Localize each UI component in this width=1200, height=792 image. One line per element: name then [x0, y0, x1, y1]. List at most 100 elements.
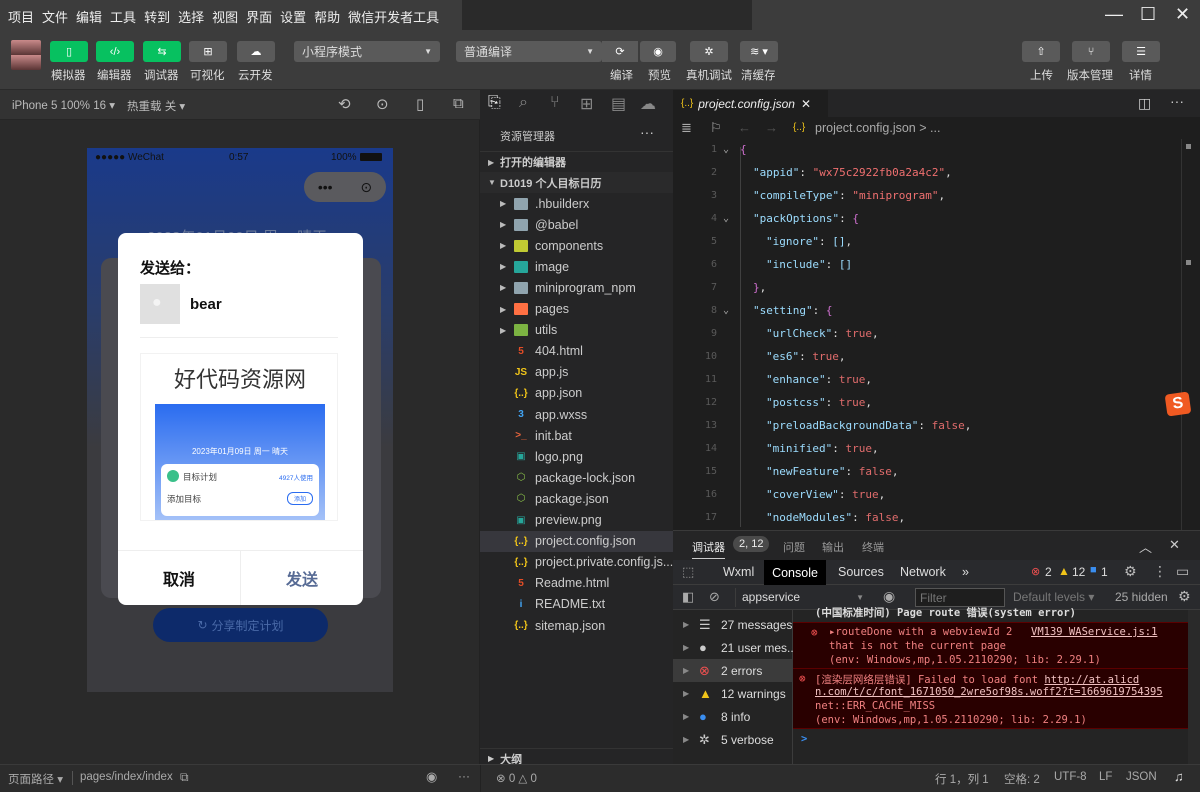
folder-item[interactable]: ▶ utils [480, 320, 673, 341]
inspect-element-icon[interactable]: ⬚ [682, 564, 694, 580]
indentation[interactable]: 空格: 2 [1004, 771, 1040, 787]
file-item[interactable]: ⬡ package-lock.json [480, 467, 673, 488]
error-url[interactable]: http://at.alicd [1044, 674, 1139, 686]
file-item[interactable]: 5 404.html [480, 341, 673, 362]
console-filter-list[interactable]: ▶ ☰ 27 messages [673, 613, 793, 636]
compile-button[interactable]: ⟳ [602, 41, 638, 62]
menu-wechat-devtools[interactable]: 微信开发者工具 [348, 7, 439, 26]
open-editors-section[interactable]: ▶ 打开的编辑器 [480, 151, 673, 172]
outline-list-icon[interactable]: ≣ [681, 120, 692, 136]
line-ending[interactable]: LF [1099, 771, 1112, 783]
console-filter-user[interactable]: ▶ ● 21 user mes... [673, 636, 797, 659]
file-item[interactable]: 5 Readme.html [480, 573, 673, 594]
close-window-button[interactable]: ✕ [1175, 4, 1190, 25]
menu-settings[interactable]: 设置 [280, 7, 306, 26]
file-item[interactable]: {..} sitemap.json [480, 615, 673, 636]
tab-output[interactable]: 输出 [822, 539, 844, 555]
menu-edit[interactable]: 编辑 [76, 7, 102, 26]
kebab-menu-icon[interactable]: ⋮ [1153, 563, 1167, 580]
debugger-toggle[interactable]: ⇆ [143, 41, 181, 62]
file-item[interactable]: {..} project.private.config.js... [480, 552, 673, 573]
tab-terminal[interactable]: 终端 [862, 539, 884, 555]
user-avatar[interactable] [11, 40, 41, 70]
simulator-toggle[interactable]: ▯ [50, 41, 88, 62]
more-actions-icon[interactable]: ··· [1170, 93, 1184, 109]
visibility-icon[interactable]: ◉ [426, 769, 437, 785]
explorer-icon[interactable]: ⎘ [488, 94, 501, 112]
upload-button[interactable]: ⇧ [1022, 41, 1060, 62]
clear-cache-button[interactable]: ≋ ▾ [740, 41, 778, 62]
bookmark-icon[interactable]: ⚐ [710, 120, 722, 136]
live-expression-icon[interactable]: ◉ [883, 588, 895, 605]
tab-network[interactable]: Network [900, 565, 946, 579]
split-editor-icon[interactable]: ◫ [1138, 95, 1151, 112]
tab-debugger[interactable]: 调试器 [692, 539, 725, 559]
editor-tab[interactable]: {..} project.config.json ✕ [673, 90, 828, 117]
more-tabs-button[interactable]: » [962, 565, 969, 579]
tab-sources[interactable]: Sources [838, 565, 884, 579]
mode-select[interactable]: 小程序模式 ▼ [294, 41, 440, 62]
menu-help[interactable]: 帮助 [314, 7, 340, 26]
device-select[interactable]: iPhone 5 100% 16 ▾ [12, 98, 115, 112]
rotate-icon[interactable]: ⟲ [338, 95, 351, 113]
more-icon[interactable]: ••• [318, 179, 333, 195]
stop-icon[interactable]: ⊙ [376, 95, 389, 113]
close-tab-icon[interactable]: ✕ [801, 97, 811, 111]
details-button[interactable]: ☰ [1122, 41, 1160, 62]
cancel-button[interactable]: 取消 [118, 551, 240, 605]
capsule-menu[interactable]: ••• ⊙ [304, 172, 386, 202]
tab-problems[interactable]: 问题 [783, 539, 805, 555]
visual-toggle[interactable]: ⊞ [189, 41, 227, 62]
back-icon[interactable]: ← [738, 120, 751, 135]
console-error-row[interactable]: ⊗ ▸routeDone with a webviewId 2 VM139 WA… [793, 622, 1188, 669]
tab-wxml[interactable]: Wxml [723, 565, 754, 579]
fold-chevron-icon[interactable]: ⌄ [723, 144, 729, 155]
error-url-cont[interactable]: n.com/t/c/font_1671050_2wre5of98s.woff2?… [815, 686, 1163, 698]
warning-count[interactable]: 12 [1072, 565, 1085, 579]
minimize-button[interactable]: — [1105, 4, 1123, 25]
clear-console-icon[interactable]: ⊘ [709, 589, 720, 605]
share-plan-button[interactable]: ↻ 分享制定计划 [153, 608, 328, 642]
menu-project[interactable]: 项目 [8, 7, 34, 26]
compile-select[interactable]: 普通编译 ▼ [456, 41, 602, 62]
maximize-panel-icon[interactable]: ︿ [1139, 537, 1152, 556]
menu-tools[interactable]: 工具 [110, 7, 136, 26]
file-item[interactable]: i README.txt [480, 594, 673, 615]
folder-item[interactable]: ▶ components [480, 235, 673, 256]
fold-chevron-icon[interactable]: ⌄ [723, 213, 729, 224]
console-filter-info[interactable]: ▶ ● 8 info [673, 705, 793, 728]
file-item[interactable]: ⬡ package.json [480, 488, 673, 509]
storage-icon[interactable]: ▤ [611, 94, 626, 114]
send-button[interactable]: 发送 [241, 551, 363, 605]
remote-debug-button[interactable]: ✲ [690, 41, 728, 62]
cursor-position[interactable]: 行 1，列 1 [935, 771, 989, 787]
settings-icon[interactable]: ⚙ [1124, 563, 1137, 580]
hot-reload-select[interactable]: 热重载 关 ▾ [127, 98, 185, 114]
folder-item[interactable]: ▶ .hbuilderx [480, 193, 673, 214]
sogou-ime-icon[interactable]: S [1164, 391, 1192, 417]
sidebar-toggle-icon[interactable]: ◧ [682, 589, 694, 605]
console-error-row[interactable]: ⊗ [渲染层网络层错误] Failed to load font http://… [793, 669, 1188, 729]
version-control-button[interactable]: ⑂ [1072, 41, 1110, 62]
dock-icon[interactable]: ▭ [1176, 563, 1189, 580]
file-item[interactable]: JS app.js [480, 362, 673, 383]
source-control-icon[interactable]: ⑂ [550, 94, 560, 112]
breadcrumb[interactable]: project.config.json > ... [815, 121, 940, 135]
folder-item[interactable]: ▶ image [480, 256, 673, 277]
forward-icon[interactable]: → [765, 120, 778, 135]
console-settings-icon[interactable]: ⚙ [1178, 588, 1191, 605]
device-icon[interactable]: ▯ [416, 95, 424, 113]
file-item[interactable]: ▣ preview.png [480, 510, 673, 531]
fold-chevron-icon[interactable]: ⌄ [723, 305, 729, 316]
folder-item[interactable]: ▶ miniprogram_npm [480, 277, 673, 298]
encoding[interactable]: UTF-8 [1054, 771, 1087, 783]
file-item[interactable]: 3 app.wxss [480, 404, 673, 425]
tab-console[interactable]: Console [764, 560, 826, 585]
more-icon[interactable]: ··· [458, 769, 470, 783]
detach-window-icon[interactable]: ⧉ [453, 95, 464, 112]
page-path-select[interactable]: 页面路径 ▾ [8, 771, 63, 787]
notification-bell-icon[interactable]: ♫ [1174, 769, 1184, 784]
scrollbar-track[interactable] [1181, 139, 1182, 530]
menu-interface[interactable]: 界面 [246, 7, 272, 26]
docker-icon[interactable]: ☁ [640, 94, 656, 114]
